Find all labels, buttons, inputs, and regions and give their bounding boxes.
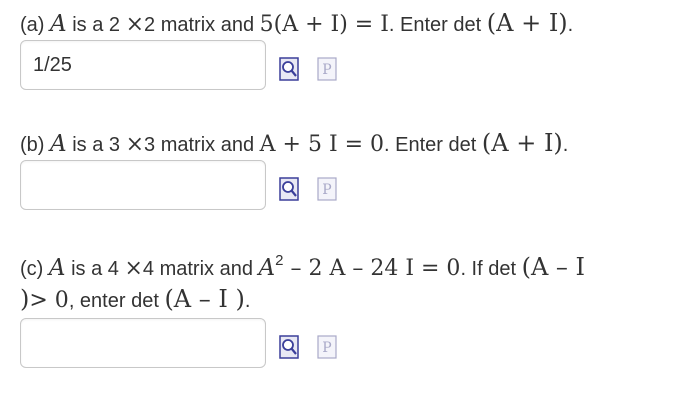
preview-magnifier-icon[interactable]: [279, 335, 299, 359]
math-expression: (A – I: [521, 253, 586, 281]
answer-input-c[interactable]: [20, 318, 266, 368]
math-expression: (A + I): [481, 129, 563, 157]
help-p-icon[interactable]: P: [317, 57, 337, 81]
question-c-line2: )> 0, enter det (A – I ).: [20, 286, 250, 314]
part-label: (a): [20, 14, 45, 36]
question-text: . Enter det: [384, 134, 477, 156]
period: .: [567, 14, 574, 36]
part-label: (b): [20, 134, 45, 156]
math-var: A: [258, 255, 276, 281]
question-text: 2 matrix and: [144, 14, 255, 36]
question-a: (a) A is a 2 ×2 matrix and 5(A + I) = I.…: [20, 10, 573, 38]
period: .: [244, 290, 251, 312]
period: .: [562, 134, 569, 156]
question-b: (b) A is a 3 ×3 matrix and A + 5 I = 0. …: [20, 130, 568, 158]
question-text: is a 3: [72, 134, 121, 156]
question-c: (c) A is a 4 ×4 matrix and A2 – 2 A – 24…: [20, 253, 586, 282]
close-paren: ): [20, 285, 30, 313]
question-text: 3 matrix and: [144, 134, 255, 156]
part-label: (c): [20, 258, 44, 280]
math-expression: (A – I ): [164, 285, 245, 313]
preview-magnifier-icon[interactable]: [279, 57, 299, 81]
help-p-icon[interactable]: P: [317, 335, 337, 359]
math-equation: A + 5 I = 0: [259, 132, 385, 157]
svg-text:P: P: [322, 62, 331, 78]
times-symbol: ×: [124, 256, 143, 281]
math-equation: 5(A + I) = I: [259, 12, 389, 37]
question-text: . Enter det: [388, 14, 482, 36]
math-equation: – 2 A – 24 I = 0: [283, 256, 461, 281]
times-symbol: ×: [125, 132, 145, 157]
preview-magnifier-icon[interactable]: [279, 177, 299, 201]
math-var: A: [50, 11, 67, 37]
answer-input-b[interactable]: [20, 160, 266, 210]
math-var: A: [50, 131, 67, 157]
question-text: . If det: [460, 258, 517, 280]
question-text: 4 matrix and: [142, 258, 253, 280]
math-inequality: > 0: [29, 288, 69, 313]
help-p-icon[interactable]: P: [317, 177, 337, 201]
math-expression: (A + I): [486, 9, 568, 37]
math-var: A: [48, 255, 66, 281]
question-text: , enter det: [68, 290, 159, 312]
answer-input-a[interactable]: [20, 40, 266, 90]
question-text: is a 4: [71, 258, 119, 280]
svg-text:P: P: [322, 340, 331, 356]
question-text: is a 2: [72, 14, 121, 36]
svg-text:P: P: [322, 182, 331, 198]
times-symbol: ×: [125, 12, 145, 37]
